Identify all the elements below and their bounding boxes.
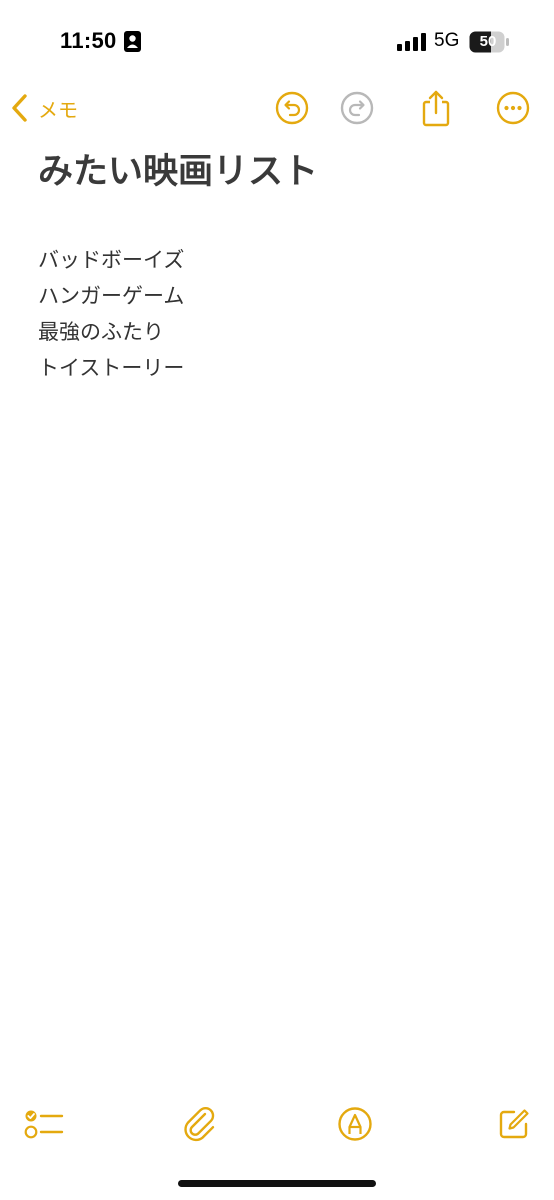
note-line: 最強のふたり	[38, 320, 164, 344]
note-line: トイストーリー	[38, 356, 185, 380]
undo-button[interactable]	[272, 88, 312, 128]
signal-bars-icon	[397, 33, 426, 51]
share-button[interactable]	[416, 88, 456, 128]
compose-button[interactable]	[492, 1102, 536, 1146]
status-bar: 11:50 5G 50	[0, 0, 554, 80]
markup-pen-icon	[338, 1107, 372, 1141]
back-label: メモ	[38, 97, 78, 122]
note-lines: バッドボーイズ ハンガーゲーム 最強のふたり トイストーリー	[38, 242, 518, 386]
bottom-toolbar	[0, 1096, 554, 1152]
note-line: バッドボーイズ	[38, 248, 185, 272]
note-body[interactable]: みたい映画リスト バッドボーイズ ハンガーゲーム 最強のふたり トイストーリー	[38, 146, 518, 386]
paperclip-icon	[184, 1107, 215, 1142]
network-type: 5G	[434, 30, 460, 51]
share-icon	[422, 90, 450, 127]
compose-icon	[499, 1109, 529, 1139]
undo-icon	[275, 91, 309, 125]
navigation-bar: メモ	[0, 80, 554, 138]
back-button[interactable]: メモ	[10, 90, 78, 126]
status-time: 11:50	[60, 28, 117, 53]
redo-icon	[340, 91, 374, 125]
redo-button[interactable]	[337, 88, 377, 128]
checklist-icon	[24, 1110, 64, 1139]
note-line: ハンガーゲーム	[38, 284, 185, 308]
chevron-left-icon	[12, 94, 27, 122]
markup-button[interactable]	[333, 1102, 377, 1146]
more-icon	[496, 91, 530, 125]
more-button[interactable]	[493, 88, 533, 128]
id-card-icon	[124, 31, 141, 52]
attach-button[interactable]	[178, 1102, 222, 1146]
note-title: みたい映画リスト	[38, 152, 319, 192]
checklist-button[interactable]	[22, 1102, 66, 1146]
battery-level: 50	[479, 33, 497, 50]
home-indicator[interactable]	[178, 1180, 376, 1187]
